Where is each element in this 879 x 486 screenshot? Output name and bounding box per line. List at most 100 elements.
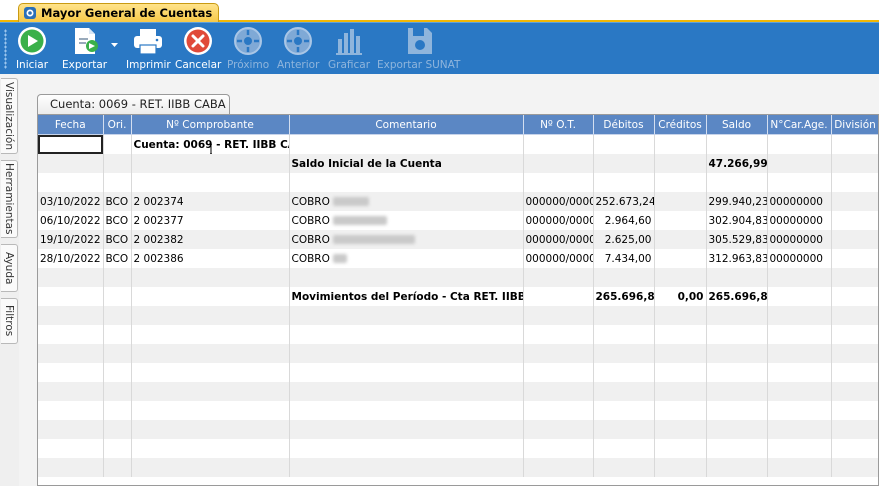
cell-comentario[interactable] <box>289 382 524 401</box>
side-tab-ayuda[interactable]: Ayuda <box>1 244 18 292</box>
cell-ot[interactable] <box>523 306 594 325</box>
export-sunat-button[interactable]: Exportar SUNAT <box>377 25 460 73</box>
cell-division[interactable] <box>831 192 878 211</box>
cell-fecha[interactable] <box>38 154 104 173</box>
cell-ori[interactable]: BCO <box>103 249 132 268</box>
cell-creditos[interactable] <box>654 401 707 420</box>
table-row[interactable]: 06/10/2022 BCO 2 002377 COBRO 000000/0000 2.9… <box>38 211 878 230</box>
table-row[interactable] <box>38 420 878 439</box>
cell-saldo[interactable]: 265.696,84 <box>706 287 768 306</box>
table-row[interactable] <box>38 344 878 363</box>
cell-creditos[interactable] <box>654 134 707 154</box>
cell-saldo[interactable] <box>706 268 768 287</box>
cell-ot[interactable]: 000000/0000 <box>523 230 594 249</box>
cell-saldo[interactable]: 302.904,83 <box>706 211 768 230</box>
table-row[interactable]: 03/10/2022 BCO 2 002374 COBRO 000000/0000 252… <box>38 192 878 211</box>
cell-comp[interactable] <box>131 420 290 439</box>
cell-ot[interactable] <box>523 458 594 477</box>
col-fecha[interactable]: Fecha <box>38 115 104 135</box>
cell-ot[interactable]: 000000/0000 <box>523 211 594 230</box>
cell-comentario[interactable] <box>289 268 524 287</box>
cell-creditos[interactable] <box>654 306 707 325</box>
cell-saldo[interactable] <box>706 439 768 458</box>
cell-saldo[interactable]: 305.529,83 <box>706 230 768 249</box>
cell-division[interactable] <box>831 420 878 439</box>
col-comentario[interactable]: Comentario <box>289 115 524 135</box>
cell-carage[interactable] <box>767 458 832 477</box>
cell-debitos[interactable] <box>593 173 655 192</box>
cell-creditos[interactable] <box>654 192 707 211</box>
cell-comp[interactable] <box>131 439 290 458</box>
cell-saldo[interactable] <box>706 344 768 363</box>
window-tab[interactable]: Mayor General de Cuentas <box>18 3 220 22</box>
cell-comentario[interactable]: Saldo Inicial de la Cuenta <box>289 154 524 173</box>
cell-comp[interactable]: 2 002382 <box>131 230 290 249</box>
cell-comp[interactable] <box>131 344 290 363</box>
cell-comp[interactable] <box>131 268 290 287</box>
document-tab[interactable]: Cuenta: 0069 - RET. IIBB CABA <box>37 94 230 114</box>
cell-fecha[interactable] <box>38 344 104 363</box>
table-row[interactable]: 28/10/2022 BCO 2 002386 COBRO 000000/0000 7.4… <box>38 249 878 268</box>
cell-debitos[interactable] <box>593 306 655 325</box>
cell-carage[interactable] <box>767 134 832 154</box>
cell-comentario[interactable] <box>289 325 524 344</box>
cell-carage[interactable] <box>767 173 832 192</box>
cell-carage[interactable]: 00000000 <box>767 192 832 211</box>
cell-debitos[interactable] <box>593 458 655 477</box>
cell-fecha[interactable] <box>38 401 104 420</box>
table-row[interactable] <box>38 363 878 382</box>
cell-ori[interactable] <box>103 401 132 420</box>
table-row[interactable]: Movimientos del Período - Cta RET. IIBB … <box>38 287 878 306</box>
cell-carage[interactable] <box>767 306 832 325</box>
cell-carage[interactable] <box>767 344 832 363</box>
cell-comentario[interactable] <box>289 439 524 458</box>
table-row[interactable]: 19/10/2022 BCO 2 002382 COBRO 000000/0000 2.6… <box>38 230 878 249</box>
start-button[interactable]: Iniciar <box>15 25 49 73</box>
cell-ori[interactable] <box>103 154 132 173</box>
cell-debitos[interactable]: 265.696,84 <box>593 287 655 306</box>
next-button[interactable]: Próximo <box>227 25 269 73</box>
cell-ori[interactable] <box>103 458 132 477</box>
cell-comentario[interactable]: Movimientos del Período - Cta RET. IIBB … <box>289 287 524 306</box>
cell-creditos[interactable] <box>654 363 707 382</box>
cell-comp[interactable] <box>131 306 290 325</box>
cell-debitos[interactable] <box>593 154 655 173</box>
cell-ori[interactable] <box>103 173 132 192</box>
cell-comentario[interactable] <box>289 420 524 439</box>
cell-division[interactable] <box>831 230 878 249</box>
cell-ot[interactable] <box>523 268 594 287</box>
cell-division[interactable] <box>831 211 878 230</box>
cell-comentario[interactable]: COBRO <box>289 249 524 268</box>
cell-creditos[interactable] <box>654 325 707 344</box>
cell-creditos[interactable] <box>654 211 707 230</box>
cell-saldo[interactable] <box>706 401 768 420</box>
cell-creditos[interactable]: 0,00 <box>654 287 707 306</box>
cell-saldo[interactable]: 47.266,99 <box>706 154 768 173</box>
cell-division[interactable] <box>831 363 878 382</box>
cell-carage[interactable] <box>767 154 832 173</box>
cell-division[interactable] <box>831 306 878 325</box>
cell-division[interactable] <box>831 268 878 287</box>
cell-fecha[interactable] <box>38 439 104 458</box>
cell-ot[interactable] <box>523 363 594 382</box>
cell-comentario[interactable] <box>289 173 524 192</box>
col-saldo[interactable]: Saldo <box>706 115 768 135</box>
cell-creditos[interactable] <box>654 420 707 439</box>
cell-comentario[interactable] <box>289 458 524 477</box>
cell-ori[interactable] <box>103 325 132 344</box>
cell-carage[interactable] <box>767 420 832 439</box>
cell-ot[interactable]: 000000/0000 <box>523 192 594 211</box>
table-row[interactable]: Saldo Inicial de la Cuenta 47.266,99 <box>38 154 878 173</box>
cell-carage[interactable]: 00000000 <box>767 211 832 230</box>
cell-fecha[interactable]: 03/10/2022 <box>38 192 104 211</box>
cell-fecha[interactable] <box>38 134 104 154</box>
cell-comp[interactable]: 2 002374 <box>131 192 290 211</box>
cell-division[interactable] <box>831 287 878 306</box>
cell-creditos[interactable] <box>654 249 707 268</box>
table-row[interactable] <box>38 458 878 477</box>
cell-saldo[interactable]: 299.940,23 <box>706 192 768 211</box>
cell-creditos[interactable] <box>654 230 707 249</box>
table-row[interactable] <box>38 325 878 344</box>
col-comprobante[interactable]: Nº Comprobante <box>131 115 290 135</box>
cell-fecha[interactable]: 06/10/2022 <box>38 211 104 230</box>
